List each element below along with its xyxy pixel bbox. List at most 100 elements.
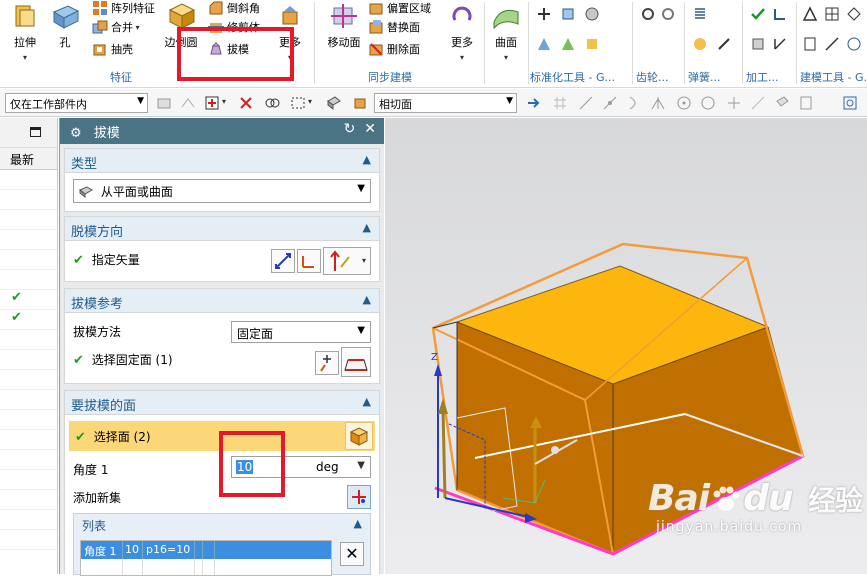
diamond-tool-icon[interactable] [846,6,862,22]
stationary-face-type-button[interactable] [341,347,371,377]
column-latest[interactable]: 最新 [0,148,57,170]
extrude-button[interactable]: 拉伸 ▾ [4,0,46,64]
face-select-button[interactable] [345,422,373,450]
select-multi-icon[interactable] [264,95,280,111]
snap-dropdown-icon[interactable]: ▾ [222,97,226,106]
modeling-tools-label[interactable]: 建模工具 - G... [800,69,867,85]
standard-tools-label[interactable]: 标准化工具 - G... [530,69,615,85]
gear-group-label[interactable]: 齿轮... [636,69,669,85]
navigator-row[interactable] [0,450,57,470]
navigator-row[interactable] [0,390,57,410]
scope-filter-select[interactable]: 仅在工作部件内 ▼ [5,93,148,113]
angle-unit[interactable]: deg [316,460,339,474]
std-tool-5-icon[interactable] [560,36,576,52]
triangle-tool-icon[interactable] [802,6,818,22]
face-rule-select[interactable]: 相切面 ▼ [374,93,517,113]
delete-face-button[interactable]: 删除面 [368,39,420,59]
std-tool-3-icon[interactable] [584,6,600,22]
graphics-viewport[interactable]: Z Bai du 经验 jingyan.baidu.com [385,118,867,574]
navigator-row[interactable] [0,490,57,510]
vector-dialog-button[interactable]: ▾ [323,247,371,275]
snap-existing-icon[interactable] [726,95,742,111]
face-filter-icon[interactable] [326,95,342,111]
offset-region-button[interactable]: 偏置区域 [368,0,431,18]
select-component-icon[interactable] [180,95,196,111]
navigator-row[interactable] [0,350,57,370]
navigator-row[interactable] [0,190,57,210]
navigator-row-checked[interactable]: ✔ [0,290,57,310]
snap-intersect-icon[interactable] [650,95,666,111]
machining-tool-4-icon[interactable] [772,36,788,52]
surface-dropdown-icon[interactable]: ▾ [504,53,508,62]
spring-tool-3-icon[interactable] [716,36,732,52]
snap-end-icon[interactable] [578,95,594,111]
select-intent-icon[interactable] [238,95,254,111]
sync-more-dropdown-icon[interactable]: ▾ [460,53,464,62]
rectangle-dropdown-icon[interactable]: ▾ [308,97,312,106]
line-tool-icon[interactable] [824,36,840,52]
snap-curve-icon[interactable] [626,95,642,111]
navigator-row[interactable] [0,230,57,250]
snap-mid-icon[interactable] [602,95,618,111]
snap-bounded-icon[interactable] [798,95,814,111]
inferred-vector-button[interactable] [297,249,321,273]
navigator-row[interactable] [0,330,57,350]
list-header[interactable]: 列表 ▲ [74,514,370,536]
maximize-icon[interactable] [30,127,41,137]
body-filter-icon[interactable] [352,95,368,111]
replace-face-button[interactable]: 替换面 [368,17,420,37]
machining-tool-2-icon[interactable] [772,6,788,22]
navigator-row[interactable] [0,170,57,190]
draft-references-header[interactable]: 拔模参考 ▲ [65,289,379,313]
snap-center-icon[interactable] [676,95,692,111]
add-stationary-face-button[interactable] [315,351,339,375]
collapse-icon[interactable]: ▲ [363,293,371,306]
chevron-down-icon[interactable]: ▼ [357,460,365,471]
snap-point-icon[interactable] [204,95,220,111]
navigator-row[interactable] [0,430,57,450]
hole-button[interactable]: 孔 [44,0,86,64]
machining-check-icon[interactable] [750,6,766,22]
navigator-row[interactable] [0,270,57,290]
snap-quadrant-icon[interactable] [700,95,716,111]
chamfer-button[interactable]: 倒斜角 [208,0,260,18]
remove-set-button[interactable]: ✕ [340,542,364,566]
spring-tool-1-icon[interactable] [692,6,708,22]
draft-type-select[interactable]: 从平面或曲面 ▼ [73,179,371,203]
extrude-dropdown-icon[interactable]: ▾ [23,53,27,62]
faces-to-draft-header[interactable]: 要拔模的面 ▲ [65,391,379,415]
navigator-row[interactable] [0,530,57,550]
std-tool-1-icon[interactable] [536,6,552,22]
navigator-row[interactable] [0,510,57,530]
std-tool-4-icon[interactable] [536,36,552,52]
gear-icon[interactable]: ⚙ [70,126,82,141]
gear-tool-2-icon[interactable] [660,6,676,22]
std-tool-2-icon[interactable] [560,6,576,22]
navigator-row[interactable] [0,410,57,430]
navigator-row[interactable] [0,210,57,230]
spring-group-label[interactable]: 弹簧... [688,69,721,85]
draft-method-select[interactable]: 固定面 ▼ [231,321,371,343]
collapse-icon[interactable]: ▲ [363,153,371,166]
table-row[interactable] [81,559,331,575]
snap-on-face-icon[interactable] [774,95,790,111]
machining-tool-3-icon[interactable] [750,36,766,52]
navigator-row[interactable] [0,370,57,390]
move-face-button[interactable]: 移动面 [322,0,366,64]
rectangle-select-icon[interactable] [290,95,306,111]
unite-button[interactable]: 合并 ▾ [92,17,140,37]
add-new-set-button[interactable] [347,485,371,509]
arrow-right-icon[interactable] [526,95,542,111]
navigator-row-checked[interactable]: ✔ [0,310,57,330]
shell-button[interactable]: 抽壳 [92,39,133,59]
counter-tool-icon[interactable] [846,36,862,52]
machining-group-label[interactable]: 加工... [746,69,779,85]
snap-grid-icon[interactable] [552,95,568,111]
navigator-row[interactable] [0,250,57,270]
collapse-icon[interactable]: ▲ [354,517,362,530]
table-row[interactable]: 角度 1 10 p16=10 [81,541,331,559]
navigator-row[interactable] [0,470,57,490]
reverse-direction-button[interactable] [271,249,295,273]
reset-icon[interactable]: ↻ [344,121,356,137]
handle-sphere[interactable] [551,446,559,454]
